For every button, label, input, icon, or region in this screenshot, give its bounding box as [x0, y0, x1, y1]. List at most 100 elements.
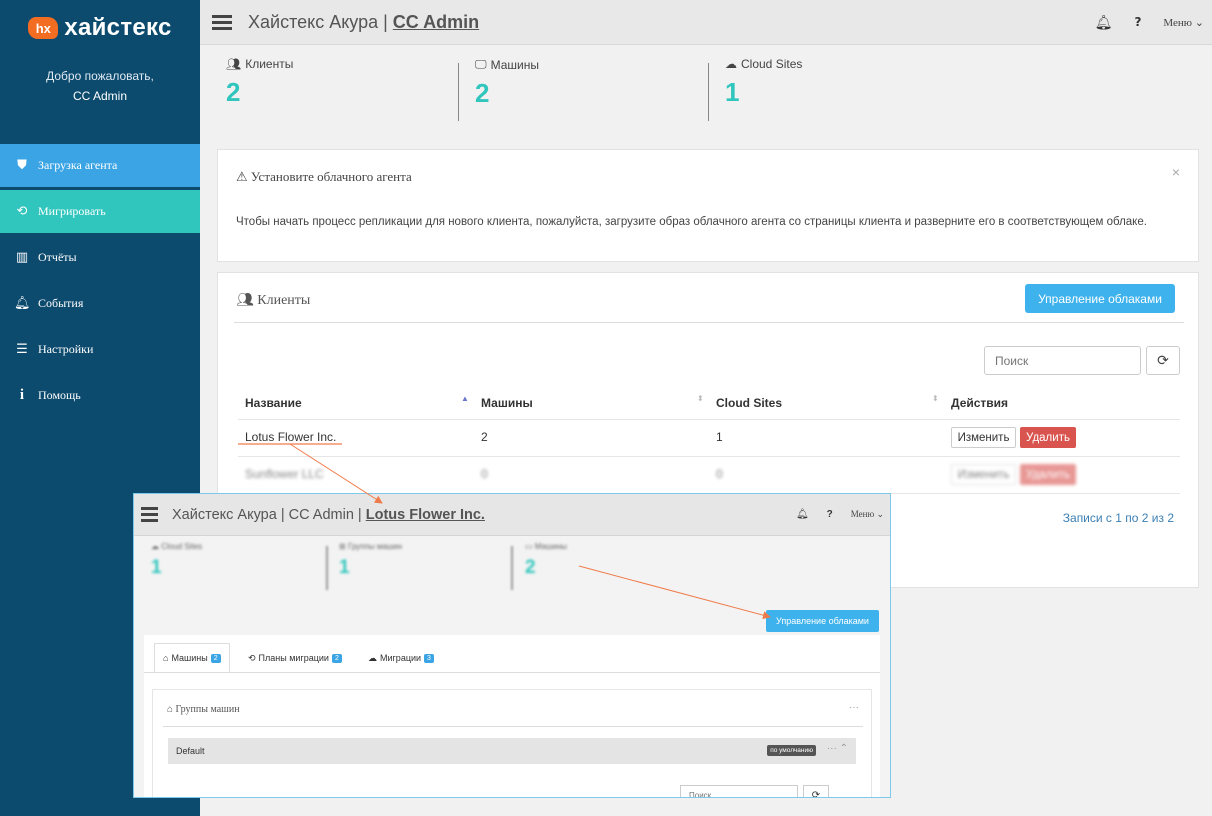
shield-icon: ⛊ [17, 158, 27, 173]
column-header-machines[interactable]: Машины [481, 396, 533, 410]
stat-label: Клиенты [245, 57, 294, 71]
sidebar-item-agent-download[interactable]: ⛊ Загрузка агента [0, 144, 200, 187]
edit-button[interactable]: Изменить [951, 464, 1016, 485]
users-icon: 👥︎ [236, 293, 254, 308]
monitor-icon: 🖵︎ [475, 57, 487, 71]
tab-label: Машины [171, 653, 208, 663]
users-icon: 👥︎ [226, 57, 242, 71]
sliders-icon: ☰ [16, 342, 28, 357]
preview-title-text: Хайстекс Акура | CC Admin | [172, 506, 366, 523]
brand-logo[interactable]: hx хайстекс [0, 0, 200, 56]
help-icon[interactable]: ? [1134, 15, 1141, 29]
column-header-cloud-sites[interactable]: Cloud Sites [716, 396, 782, 410]
client-name-link[interactable]: Sunflower LLC [245, 467, 324, 481]
help-icon[interactable]: ? [827, 509, 833, 520]
stats-row: 👥︎ Клиенты 2 🖵︎ Машины 2 ☁ Cloud Sites 1 [200, 45, 1212, 140]
refresh-icon: ⟳ [1157, 352, 1169, 368]
sort-icon[interactable]: ⬍ [697, 394, 704, 403]
bell-icon: 🔔︎ [14, 296, 31, 311]
edit-button[interactable]: Изменить [951, 427, 1016, 448]
welcome-block: Добро пожаловать, CC Admin [0, 66, 200, 106]
row-divider [238, 419, 1180, 420]
refresh-button[interactable]: ⟳ [803, 785, 829, 797]
cloud-icon: ☁ [725, 57, 737, 71]
top-actions: 🔔︎ ? Меню ⌄ [1095, 14, 1204, 31]
alert-title: ⚠ Установите облачного агента [236, 169, 412, 185]
top-bar: Хайстекс Акура | CC Admin 🔔︎ ? Меню ⌄ [200, 0, 1212, 45]
delete-button[interactable]: Удалить [1020, 427, 1076, 448]
search-input[interactable] [984, 346, 1141, 375]
sidebar-item-reports[interactable]: ▥ Отчёты [0, 236, 200, 279]
group-name: Default [176, 746, 205, 756]
preview-top-actions: 🔔︎ ? Меню ⌄ [796, 509, 884, 520]
bell-icon[interactable]: 🔔︎ [796, 509, 809, 520]
column-header-name[interactable]: Название [245, 396, 302, 410]
cloud-icon: ☁ [368, 652, 377, 663]
tab-badge: 2 [331, 653, 342, 663]
welcome-greeting: Добро пожаловать, [46, 69, 154, 83]
manage-clouds-button[interactable]: Управление облаками [1025, 284, 1175, 313]
tab-label: Планы миграции [258, 653, 329, 663]
more-icon[interactable]: ··· [849, 702, 859, 713]
stat-label: Cloud Sites [741, 57, 803, 71]
chevron-down-icon: ⌄ [874, 509, 884, 519]
home-icon: ⌂ [163, 653, 169, 663]
menu-dropdown[interactable]: Меню ⌄ [1163, 16, 1204, 29]
tab-migration-plans[interactable]: ⟲ Планы миграции 2 [248, 643, 342, 673]
client-page-preview: Хайстекс Акура | CC Admin | Lotus Flower… [133, 493, 891, 798]
sidebar-item-label: Настройки [38, 342, 94, 356]
close-icon[interactable]: × [1172, 164, 1180, 180]
page-title-text: Хайстекс Акура | [248, 11, 393, 32]
manage-clouds-button[interactable]: Управление облаками [766, 610, 879, 632]
panel-divider [163, 726, 863, 727]
preview-title: Хайстекс Акура | CC Admin | Lotus Flower… [172, 507, 485, 523]
client-sites: 0 [716, 467, 723, 481]
tab-migrations[interactable]: ☁ Миграции 3 [368, 643, 434, 673]
sidebar-item-settings[interactable]: ☰ Настройки [0, 328, 200, 371]
sidebar-item-help[interactable]: i Помощь [0, 374, 200, 417]
stat-value: 2 [475, 78, 490, 108]
monitor-icon: ▭ [525, 542, 535, 551]
tabs-divider [144, 672, 880, 673]
stat-divider [458, 63, 459, 121]
delete-button[interactable]: Удалить [1020, 464, 1076, 485]
welcome-user: CC Admin [72, 89, 128, 103]
sidebar-item-events[interactable]: 🔔︎ События [0, 282, 200, 325]
bar-chart-icon: ▥ [15, 250, 29, 265]
tab-badge: 2 [210, 653, 221, 663]
stat-value: 1 [725, 77, 740, 107]
menu-dropdown[interactable]: Меню ⌄ [851, 509, 884, 520]
stat-value: 1 [151, 557, 162, 578]
hamburger-icon[interactable] [212, 12, 232, 33]
default-badge: по умолчанию [767, 745, 816, 756]
refresh-button[interactable]: ⟳ [1146, 346, 1180, 375]
breadcrumb-link[interactable]: CC Admin [393, 12, 479, 32]
page-title: Хайстекс Акура | CC Admin [248, 12, 479, 33]
sidebar-item-label: Отчёты [38, 250, 77, 264]
sidebar-item-migrate[interactable]: ⟲ Мигрировать [0, 190, 200, 233]
client-name-link[interactable]: Lotus Flower Inc. [245, 430, 336, 444]
sort-asc-icon[interactable]: ▲ [461, 394, 469, 403]
tab-badge: 3 [424, 653, 434, 663]
migrate-icon: ⟲ [16, 204, 28, 219]
preview-stat-machine-groups: ⊞ Группы машин 1 [339, 542, 402, 579]
stat-label: Группы машин [347, 542, 403, 551]
warning-icon: ⚠ [236, 170, 248, 185]
hamburger-icon[interactable] [141, 504, 158, 525]
column-header-actions: Действия [951, 396, 1009, 410]
migrate-icon: ⟲ [248, 652, 256, 663]
collapse-icon[interactable]: ··· ⌃ [827, 743, 848, 754]
sort-icon[interactable]: ⬍ [932, 394, 939, 403]
machine-groups-panel: ⌂ Группы машин ··· Default по умолчанию … [152, 689, 872, 797]
client-sites: 1 [716, 430, 723, 444]
search-input[interactable] [680, 785, 798, 797]
sidebar-item-label: Помощь [38, 388, 81, 402]
machine-groups-title: ⌂ Группы машин [167, 704, 240, 715]
chevron-down-icon: ⌄ [1192, 16, 1204, 29]
tab-machines[interactable]: ⌂ Машины 2 [154, 643, 230, 673]
bell-icon[interactable]: 🔔︎ [1095, 14, 1113, 31]
preview-breadcrumb-link[interactable]: Lotus Flower Inc. [366, 507, 485, 523]
group-row-default[interactable]: Default по умолчанию ··· ⌃ [168, 738, 856, 764]
tab-label: Миграции [380, 653, 422, 663]
stat-cloud-sites: ☁ Cloud Sites 1 [725, 57, 802, 108]
